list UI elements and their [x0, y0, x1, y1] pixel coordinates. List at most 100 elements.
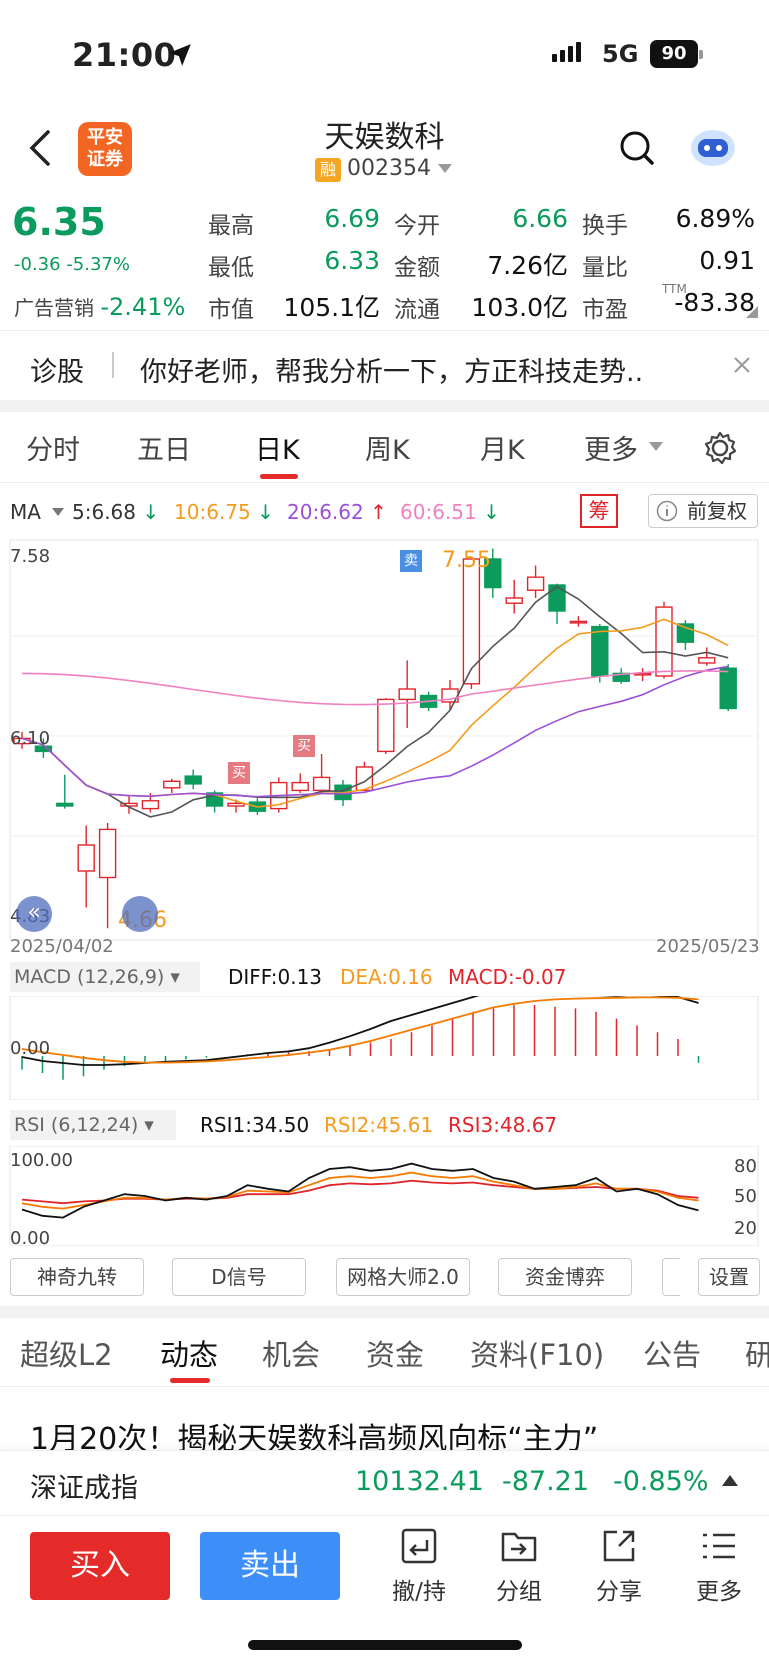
tab-more[interactable]: 更多 — [584, 428, 638, 467]
quote-label: 今开 — [394, 213, 440, 239]
tab-dynamic[interactable]: 动态 — [160, 1332, 218, 1374]
candle-body — [184, 775, 202, 785]
quote-value: 6.89% — [675, 204, 755, 233]
rsi-50-label: 50 — [734, 1186, 757, 1207]
index-value: 10132.41 — [355, 1466, 484, 1497]
divider — [0, 1386, 769, 1387]
close-icon[interactable] — [733, 356, 751, 374]
tool-fund-game[interactable]: 资金博弈 — [498, 1258, 632, 1296]
stock-code[interactable]: 002354 — [347, 156, 431, 181]
rsi-selector[interactable]: RSI (6,12,24) ▾ — [10, 1110, 176, 1140]
signal-icon — [552, 42, 581, 62]
tab-research[interactable]: 研 — [745, 1332, 769, 1374]
ai-robot-icon[interactable] — [688, 124, 738, 170]
sector-change[interactable]: 广告营销 -2.41% — [14, 292, 185, 321]
ma20-line — [21, 665, 729, 798]
divider — [112, 352, 114, 378]
tool-d-signal[interactable]: D信号 — [172, 1258, 306, 1296]
candle-body — [377, 698, 395, 753]
rsi2-value: RSI2:45.61 — [324, 1113, 434, 1137]
menu-icon — [703, 1533, 735, 1559]
tool-nine-turn[interactable]: 神奇九转 — [10, 1258, 144, 1296]
margin-badge: 融 — [315, 158, 341, 182]
tab-opportunity[interactable]: 机会 — [262, 1332, 320, 1374]
fullscreen-icon[interactable] — [122, 896, 158, 932]
rsi-20-label: 20 — [734, 1218, 757, 1239]
candle-body — [526, 576, 545, 591]
chips-button[interactable]: 筹 — [580, 494, 618, 528]
share-icon — [603, 1530, 635, 1562]
active-tab-indicator — [170, 1378, 210, 1383]
candle-body — [569, 620, 588, 624]
candle-body — [312, 776, 331, 792]
divider — [0, 482, 769, 483]
sell-signal-tag: 卖 — [400, 550, 422, 572]
chevron-down-icon[interactable] — [438, 164, 452, 174]
tab-fenshi[interactable]: 分时 — [26, 428, 80, 467]
candle-body — [98, 828, 117, 879]
more-chevron-icon[interactable] — [649, 442, 663, 452]
quote-label: 金额 — [394, 255, 440, 281]
tool-settings[interactable]: 设置 — [698, 1258, 760, 1296]
expand-corner-icon[interactable] — [746, 306, 758, 318]
tab-wuri[interactable]: 五日 — [137, 428, 191, 467]
quote-value: 103.0亿 — [471, 293, 568, 322]
diagnose-text[interactable]: 你好老师，帮我分析一下，方正科技走势.. — [140, 350, 643, 389]
expand-up-icon[interactable] — [722, 1474, 738, 1486]
rsi-label: RSI (6,12,24) — [14, 1114, 139, 1136]
candle-body — [163, 780, 181, 789]
tool-grid-master[interactable]: 网格大师2.0 — [336, 1258, 470, 1296]
folder-icon — [501, 1532, 537, 1562]
rsi-top-label: 100.00 — [10, 1150, 73, 1171]
ma-label[interactable]: MA — [10, 500, 41, 524]
rsi-chart[interactable] — [0, 1146, 769, 1246]
group-button[interactable]: 分组 — [484, 1526, 554, 1606]
group-label: 分组 — [496, 1579, 542, 1605]
dea-line — [21, 996, 699, 1064]
settings-gear-icon[interactable] — [702, 430, 738, 466]
index-pct: -0.85% — [613, 1466, 709, 1497]
macd-dea: DEA:0.16 — [340, 965, 433, 989]
more-button[interactable]: 更多 — [684, 1526, 754, 1606]
buy-signal-tag: 买 — [228, 762, 250, 784]
tab-zhouk[interactable]: 周K — [365, 428, 410, 467]
tab-funds[interactable]: 资金 — [366, 1332, 424, 1374]
sector-label: 广告营销 — [14, 296, 94, 320]
chart-frame — [9, 1146, 759, 1246]
tab-yuek[interactable]: 月K — [480, 428, 525, 467]
diagnose-label: 诊股 — [30, 357, 84, 388]
sell-button[interactable]: 卖出 — [200, 1532, 340, 1600]
diff-line — [21, 996, 699, 1066]
quote-label: 最高 — [208, 213, 254, 239]
quote-label: 流通 — [394, 297, 440, 323]
tab-announcement[interactable]: 公告 — [643, 1332, 701, 1374]
tab-f10[interactable]: 资料(F10) — [470, 1332, 604, 1374]
candle-body — [141, 800, 160, 810]
rsi-bottom-label: 0.00 — [10, 1228, 51, 1249]
section-gap — [0, 1306, 769, 1318]
kline-chart[interactable] — [0, 536, 769, 956]
macd-selector[interactable]: MACD (12,26,9) ▾ — [10, 962, 200, 992]
tab-l2[interactable]: 超级L2 — [20, 1332, 113, 1374]
quote-label: 量比 — [582, 255, 628, 281]
battery-icon: 90 — [650, 40, 698, 68]
buy-button[interactable]: 买入 — [30, 1532, 170, 1600]
macd-label: MACD (12,26,9) — [14, 966, 165, 988]
share-button[interactable]: 分享 — [584, 1526, 654, 1606]
tab-rik[interactable]: 日K — [255, 428, 300, 467]
macd-chart[interactable] — [0, 996, 769, 1100]
network-type: 5G — [602, 40, 639, 68]
macd-diff: DIFF:0.13 — [228, 965, 323, 989]
tool-more-hidden[interactable] — [662, 1258, 680, 1296]
candle-body — [77, 844, 95, 872]
scroll-left-icon[interactable]: « — [16, 896, 52, 932]
cancel-hold-label: 撤/持 — [392, 1579, 446, 1605]
index-name: 深证成指 — [30, 1473, 138, 1504]
search-icon[interactable] — [619, 130, 655, 166]
ma-dropdown-icon[interactable] — [52, 508, 64, 517]
rsi1-line — [21, 1162, 699, 1219]
info-icon — [656, 500, 678, 522]
cancel-hold-button[interactable]: 撤/持 — [384, 1526, 454, 1606]
location-arrow-icon — [169, 44, 191, 66]
quote-label: 换手 — [582, 213, 628, 239]
